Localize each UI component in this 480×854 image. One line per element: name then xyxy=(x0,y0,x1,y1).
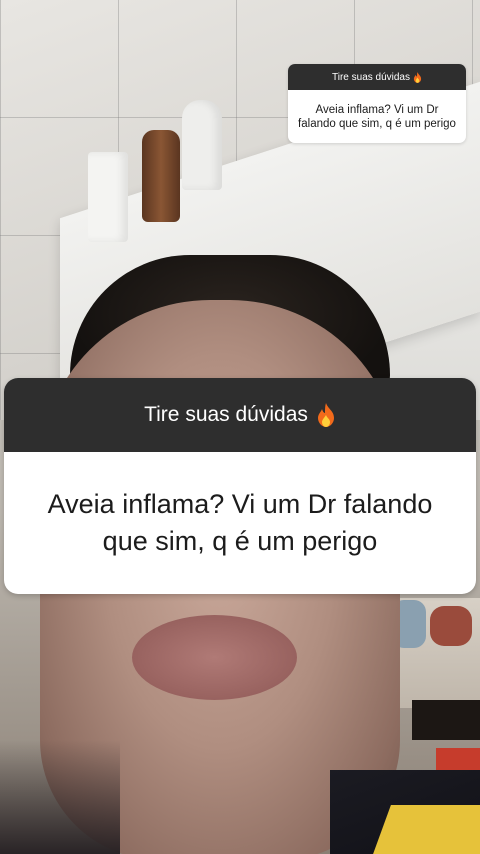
background-object xyxy=(412,700,480,740)
person-lips xyxy=(132,615,297,700)
fire-icon xyxy=(316,403,336,427)
neck-tattoo-area xyxy=(0,740,120,854)
question-sticker-large[interactable]: Tire suas dúvidas Aveia inflama? Vi um D… xyxy=(4,378,476,594)
decorative-bottle xyxy=(142,130,180,222)
white-vase-tall xyxy=(182,100,222,190)
sticker-question-text: Aveia inflama? Vi um Dr falando que sim,… xyxy=(4,452,476,594)
sticker-header: Tire suas dúvidas xyxy=(4,378,476,452)
white-vase xyxy=(88,152,128,242)
question-sticker-small[interactable]: Tire suas dúvidas Aveia inflama? Vi um D… xyxy=(288,64,466,143)
sticker-question-text: Aveia inflama? Vi um Dr falando que sim,… xyxy=(298,103,456,130)
fire-icon xyxy=(413,71,422,83)
sticker-header-label: Tire suas dúvidas xyxy=(332,71,410,83)
background-object xyxy=(430,606,472,646)
question-line-1: Aveia inflama? Vi um Dr falando xyxy=(47,489,433,519)
sticker-header-label: Tire suas dúvidas xyxy=(144,403,308,426)
sticker-header: Tire suas dúvidas xyxy=(288,64,466,90)
question-line-2: que sim, q é um perigo xyxy=(102,526,378,556)
